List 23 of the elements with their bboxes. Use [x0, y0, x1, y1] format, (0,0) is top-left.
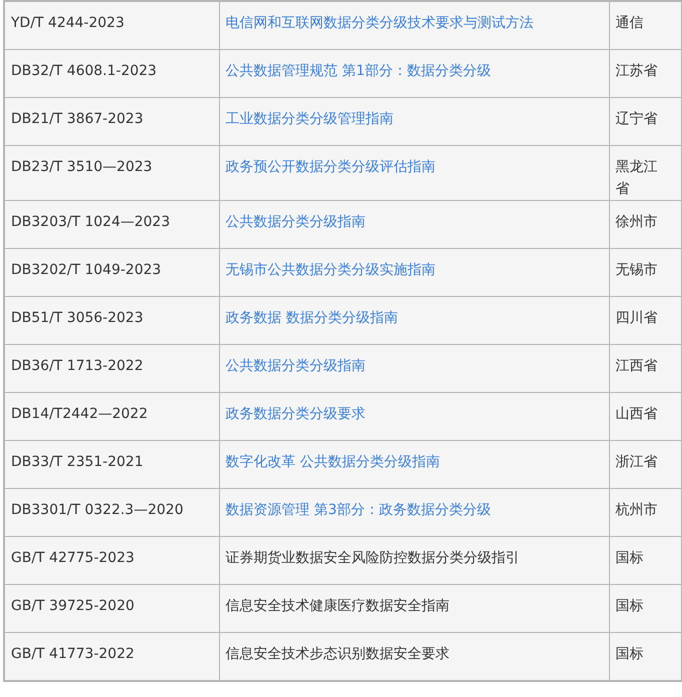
table-cell: DB3202/T 1049-2023: [4, 248, 219, 296]
title-link[interactable]: 公共数据分类分级指南: [226, 358, 366, 374]
title-link[interactable]: 无锡市公共数据分类分级实施指南: [226, 262, 436, 278]
title-link[interactable]: 政务数据分类分级要求: [226, 406, 366, 422]
table-cell: YD/T 4244-2023: [4, 1, 219, 50]
table-cell: DB36/T 1713-2022: [4, 344, 219, 392]
table-cell: DB32/T 4608.1-2023: [4, 50, 219, 98]
table-cell: 证券期货业数据安全风险防控数据分类分级指引: [219, 536, 609, 584]
table-cell: GB/T 42775-2023: [4, 536, 219, 584]
table-cell: DB3301/T 0322.3—2020: [4, 488, 219, 536]
title-link[interactable]: 数字化改革 公共数据分类分级指南: [226, 454, 440, 470]
table-cell: 信息安全技术健康医疗数据安全指南: [219, 584, 609, 632]
table-cell: DB51/T 3056-2023: [4, 296, 219, 344]
title-link[interactable]: 公共数据分类分级指南: [226, 214, 366, 230]
table-cell: DB14/T2442—2022: [4, 392, 219, 440]
table-cell: GB/T 39725-2020: [4, 584, 219, 632]
table-cell: DB21/T 3867-2023: [4, 98, 219, 146]
title-link[interactable]: 政务数据 数据分类分级指南: [226, 310, 398, 326]
title-link[interactable]: 工业数据分类分级管理指南: [226, 111, 394, 127]
table-cell: DB23/T 3510—2023: [4, 146, 219, 200]
table-cell: DB33/T 2351-2021: [4, 440, 219, 488]
title-link[interactable]: 政务预公开数据分类分级评估指南: [226, 159, 436, 175]
table-cell: DB3203/T 1024—2023: [4, 200, 219, 248]
